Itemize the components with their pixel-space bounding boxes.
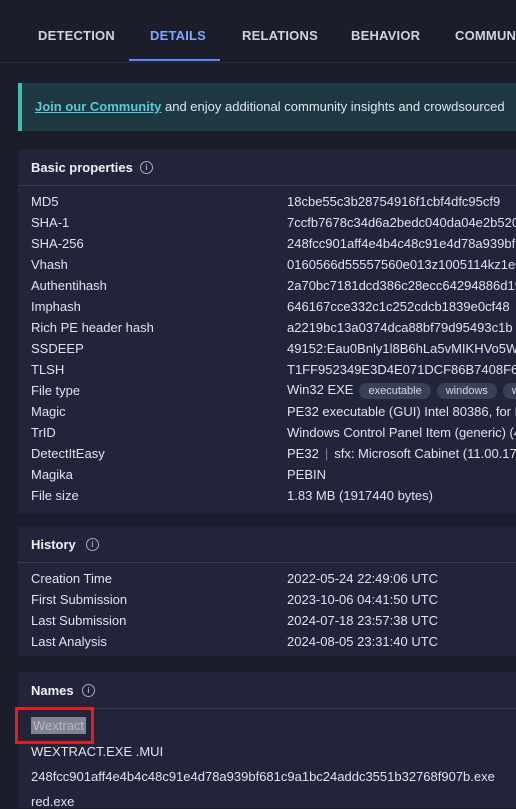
history-value-last-submission: 2024-07-18 23:57:38 UTC xyxy=(287,613,439,628)
property-value-authentihash: 2a70bc7181dcd386c28ecc64294886d19 xyxy=(287,278,516,293)
banner-text: and enjoy additional community insights … xyxy=(161,99,505,114)
property-label-tlsh: TLSH xyxy=(31,362,65,377)
history-value-last-analysis: 2024-08-05 23:31:40 UTC xyxy=(287,634,439,649)
history-value-creation-time: 2022-05-24 22:49:06 UTC xyxy=(287,571,439,586)
property-value-sha1: 7ccfb7678c34d6a2bedc040da04e2b520 xyxy=(287,215,516,230)
basic-properties-section: Basic properties i MD5 18cbe55c3b2875491… xyxy=(18,149,516,514)
tag-truncated[interactable]: wi xyxy=(502,383,516,399)
info-icon[interactable]: i xyxy=(82,684,95,697)
name-item: WEXTRACT.EXE .MUI xyxy=(31,744,164,759)
info-icon[interactable]: i xyxy=(86,538,99,551)
tab-bar: DETECTION DETAILS RELATIONS BEHAVIOR COM… xyxy=(0,0,516,63)
banner-message: Join our Community and enjoy additional … xyxy=(35,99,505,114)
property-label-file-type: File type xyxy=(31,383,81,398)
section-title: Basic properties xyxy=(31,160,133,175)
detectiteasy-extra: sfx: Microsoft Cabinet (11.00.17 xyxy=(334,446,516,461)
property-value-tlsh: T1FF952349E3D4E071DCF86B7408F612 xyxy=(287,362,516,377)
property-value-md5: 18cbe55c3b28754916f1cbf4dfc95cf9 xyxy=(287,194,501,209)
tab-detection[interactable]: DETECTION xyxy=(38,28,115,43)
property-label-file-size: File size xyxy=(31,488,79,503)
history-section: History i Creation Time 2022-05-24 22:49… xyxy=(18,526,516,656)
name-item: red.exe xyxy=(31,794,75,809)
property-label-ssdeep: SSDEEP xyxy=(31,341,84,356)
join-community-link[interactable]: Join our Community xyxy=(35,99,161,114)
basic-properties-header: Basic properties i xyxy=(18,149,516,186)
history-label-last-submission: Last Submission xyxy=(31,613,127,628)
property-value-file-type: Win32 EXE executable windows wi xyxy=(287,382,516,399)
property-label-sha1: SHA-1 xyxy=(31,215,70,230)
tab-behavior[interactable]: BEHAVIOR xyxy=(351,28,420,43)
history-value-first-submission: 2023-10-06 04:41:50 UTC xyxy=(287,592,439,607)
property-value-sha256: 248fcc901aff4e4b4c48c91e4d78a939bf6 xyxy=(287,236,516,251)
highlight-box xyxy=(15,707,94,744)
property-value-file-size: 1.83 MB (1917440 bytes) xyxy=(287,488,433,503)
tag-executable[interactable]: executable xyxy=(359,383,431,399)
property-label-magika: Magika xyxy=(31,467,73,482)
property-value-magika: PEBIN xyxy=(287,467,327,482)
history-label-last-analysis: Last Analysis xyxy=(31,634,107,649)
file-type-text: Win32 EXE xyxy=(287,382,354,397)
property-value-ssdeep: 49152:Eau0Bnly1l8B6hLa5vMIKHVo5W1 xyxy=(287,341,516,356)
section-title: History xyxy=(31,537,76,552)
name-item: 248fcc901aff4e4b4c48c91e4d78a939bf681c9a… xyxy=(31,769,495,784)
property-label-detectiteasy: DetectItEasy xyxy=(31,446,105,461)
separator: | xyxy=(324,446,329,461)
tab-relations[interactable]: RELATIONS xyxy=(242,28,318,43)
property-label-rich-pe-header-hash: Rich PE header hash xyxy=(31,320,154,335)
property-label-imphash: Imphash xyxy=(31,299,81,314)
tab-community[interactable]: COMMUNI xyxy=(455,28,516,43)
property-label-sha256: SHA-256 xyxy=(31,236,84,251)
property-value-imphash: 646167cce332c1c252cdcb1839e0cf48 xyxy=(287,299,510,314)
active-tab-indicator xyxy=(129,59,220,61)
property-value-trid: Windows Control Panel Item (generic) (4 xyxy=(287,425,516,440)
property-label-trid: TrID xyxy=(31,425,56,440)
property-label-magic: Magic xyxy=(31,404,66,419)
property-label-authentihash: Authentihash xyxy=(31,278,107,293)
community-banner: Join our Community and enjoy additional … xyxy=(18,83,516,131)
names-header: Names i xyxy=(18,672,516,709)
property-label-vhash: Vhash xyxy=(31,257,68,272)
history-label-creation-time: Creation Time xyxy=(31,571,112,586)
property-value-magic: PE32 executable (GUI) Intel 80386, for M xyxy=(287,404,516,419)
property-label-md5: MD5 xyxy=(31,194,59,209)
property-value-vhash: 0160566d55557560e013z1005114kz1e02 xyxy=(287,257,516,272)
info-icon[interactable]: i xyxy=(140,161,153,174)
tag-windows[interactable]: windows xyxy=(436,383,497,399)
history-header: History i xyxy=(18,526,516,563)
tab-details[interactable]: DETAILS xyxy=(150,28,206,43)
history-label-first-submission: First Submission xyxy=(31,592,128,607)
section-title: Names xyxy=(31,683,74,698)
detectiteasy-type: PE32 xyxy=(287,446,319,461)
property-value-rich-pe-header-hash: a2219bc13a0374dca88bf79d95493c1b xyxy=(287,320,513,335)
property-value-detectiteasy: PE32 | sfx: Microsoft Cabinet (11.00.17 xyxy=(287,446,516,461)
